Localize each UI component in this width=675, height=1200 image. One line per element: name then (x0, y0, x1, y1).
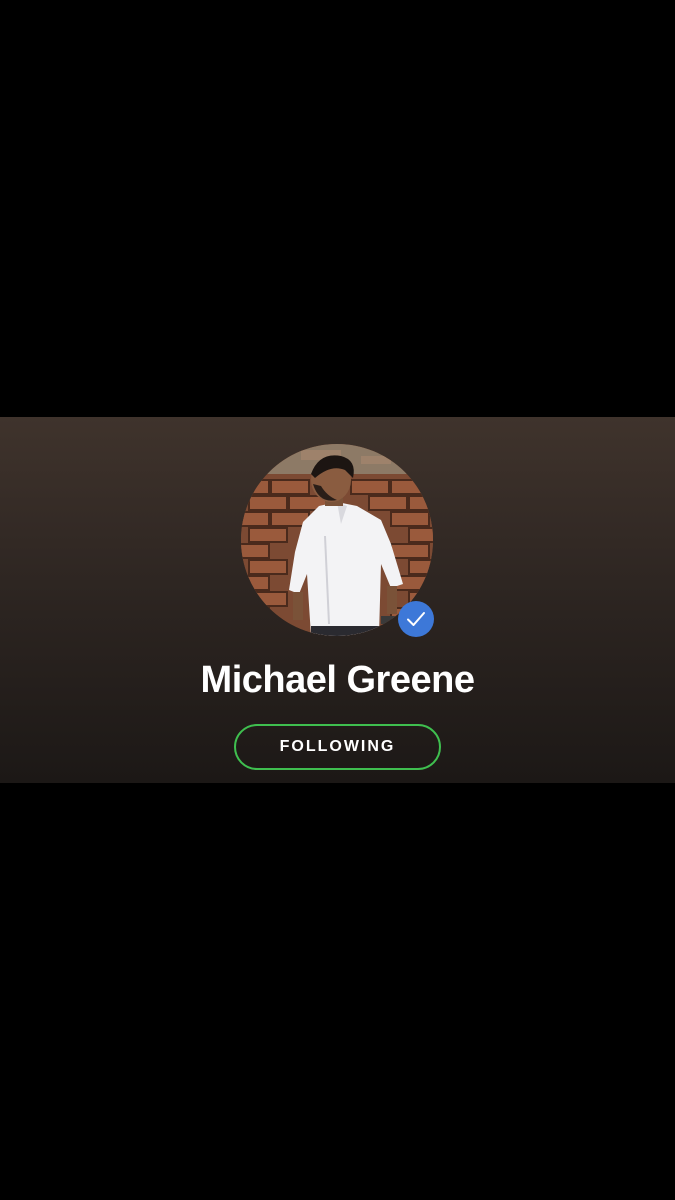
verified-badge (398, 601, 434, 637)
profile-header: Michael Greene FOLLOWING (0, 417, 675, 783)
checkmark-icon (407, 612, 425, 626)
following-button-label: FOLLOWING (279, 738, 396, 755)
profile-name: Michael Greene (200, 659, 475, 701)
avatar-container (241, 444, 434, 637)
following-button[interactable]: FOLLOWING (234, 724, 441, 770)
screen: Michael Greene FOLLOWING (0, 0, 675, 1200)
